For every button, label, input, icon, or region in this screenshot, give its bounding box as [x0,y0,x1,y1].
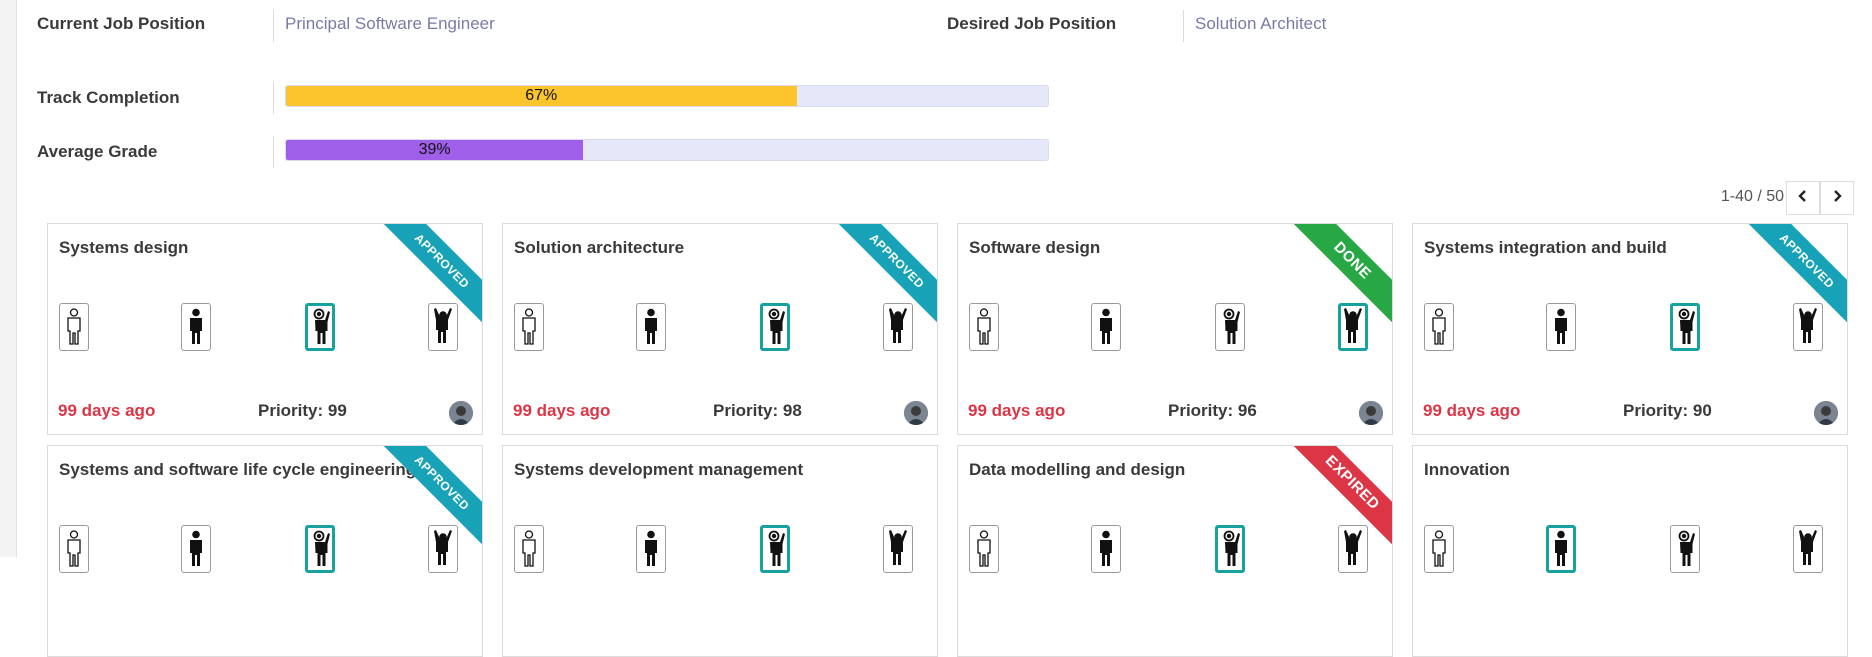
current-job-value[interactable]: Principal Software Engineer [285,14,495,34]
field-divider [273,82,274,114]
skill-card-priority: Priority: 99 [258,401,347,420]
skill-card[interactable]: Systems integration and build APPROVED 99 … [1412,223,1848,435]
person-outline-icon[interactable] [59,303,89,351]
skill-card-priority: Priority: 90 [1623,401,1712,420]
person-standing-icon[interactable] [636,303,666,351]
person-standing-icon[interactable] [636,525,666,573]
person-outline-icon[interactable] [1424,525,1454,573]
person-hand-raised-icon[interactable] [1670,303,1700,351]
person-arms-up-icon[interactable] [428,525,458,573]
skill-card-title: Systems integration and build [1424,238,1667,257]
avatar [449,401,473,425]
skill-card-priority: Priority: 96 [1168,401,1257,420]
person-hand-raised-icon[interactable] [1215,525,1245,573]
person-standing-icon[interactable] [1546,303,1576,351]
skill-card[interactable]: Systems development management [502,445,938,657]
left-panel-border [0,0,17,557]
person-standing-icon[interactable] [181,303,211,351]
person-standing-icon[interactable] [1546,525,1576,573]
skill-card-title: Solution architecture [514,238,685,257]
skill-card-title: Systems development management [514,460,804,479]
track-completion-bar: 67% [285,85,1049,107]
person-standing-icon[interactable] [1091,525,1121,573]
person-standing-icon[interactable] [1091,303,1121,351]
skill-card[interactable]: Data modelling and design EXPIRED [957,445,1393,657]
pager-range: 1-40 / 50 [1720,188,1784,205]
person-hand-raised-icon[interactable] [1215,303,1245,351]
field-divider [1183,10,1184,42]
average-grade-label: Average Grade [37,142,158,161]
track-completion-text: 67% [525,87,558,104]
current-job-label: Current Job Position [37,14,206,33]
avatar [1359,401,1383,425]
person-hand-raised-icon[interactable] [1670,525,1700,573]
person-arms-up-icon[interactable] [883,303,913,351]
skill-card-title: Systems and software life cycle engineer… [59,460,417,479]
person-hand-raised-icon[interactable] [760,525,790,573]
desired-job-value[interactable]: Solution Architect [1195,14,1326,34]
skill-card-title: Innovation [1424,460,1510,479]
skill-card[interactable]: Software design DONE 99 days ago Priority: … [957,223,1393,435]
field-divider [273,136,274,168]
skill-card-date: 99 days ago [1423,401,1521,420]
skill-card-title: Software design [969,238,1101,257]
employee-skill-track: Current Job Position Principal Software … [16,0,1872,657]
person-outline-icon[interactable] [59,525,89,573]
avatar [904,401,928,425]
desired-job-label: Desired Job Position [947,14,1117,33]
person-outline-icon[interactable] [969,525,999,573]
skill-card-title: Data modelling and design [969,460,1186,479]
skill-card[interactable]: Systems design APPROVED 99 days ago Priorit… [47,223,483,435]
person-outline-icon[interactable] [514,303,544,351]
person-standing-icon[interactable] [181,525,211,573]
chevron-left-icon [1797,189,1809,208]
person-arms-up-icon[interactable] [883,525,913,573]
skill-card-date: 99 days ago [58,401,156,420]
person-outline-icon[interactable] [1424,303,1454,351]
skill-card-title: Systems design [59,238,189,257]
average-grade-bar: 39% [285,139,1049,161]
average-grade-text: 39% [418,141,451,158]
person-hand-raised-icon[interactable] [305,303,335,351]
track-completion-label: Track Completion [37,88,180,107]
chevron-right-icon [1831,189,1843,208]
person-arms-up-icon[interactable] [428,303,458,351]
skill-card-date: 99 days ago [968,401,1066,420]
person-hand-raised-icon[interactable] [760,303,790,351]
person-arms-up-icon[interactable] [1338,525,1368,573]
pager-prev-button[interactable] [1786,181,1820,215]
person-arms-up-icon[interactable] [1338,303,1368,351]
skill-card-priority: Priority: 98 [713,401,802,420]
avatar [1814,401,1838,425]
skill-card[interactable]: Solution architecture APPROVED 99 days ago… [502,223,938,435]
pager-next-button[interactable] [1820,181,1854,215]
person-hand-raised-icon[interactable] [305,525,335,573]
skill-card[interactable]: Systems and software life cycle engineer… [47,445,483,657]
person-outline-icon[interactable] [969,303,999,351]
field-divider [273,10,274,42]
skill-card[interactable]: Innovation [1412,445,1848,657]
person-arms-up-icon[interactable] [1793,525,1823,573]
skill-card-date: 99 days ago [513,401,611,420]
person-outline-icon[interactable] [514,525,544,573]
person-arms-up-icon[interactable] [1793,303,1823,351]
